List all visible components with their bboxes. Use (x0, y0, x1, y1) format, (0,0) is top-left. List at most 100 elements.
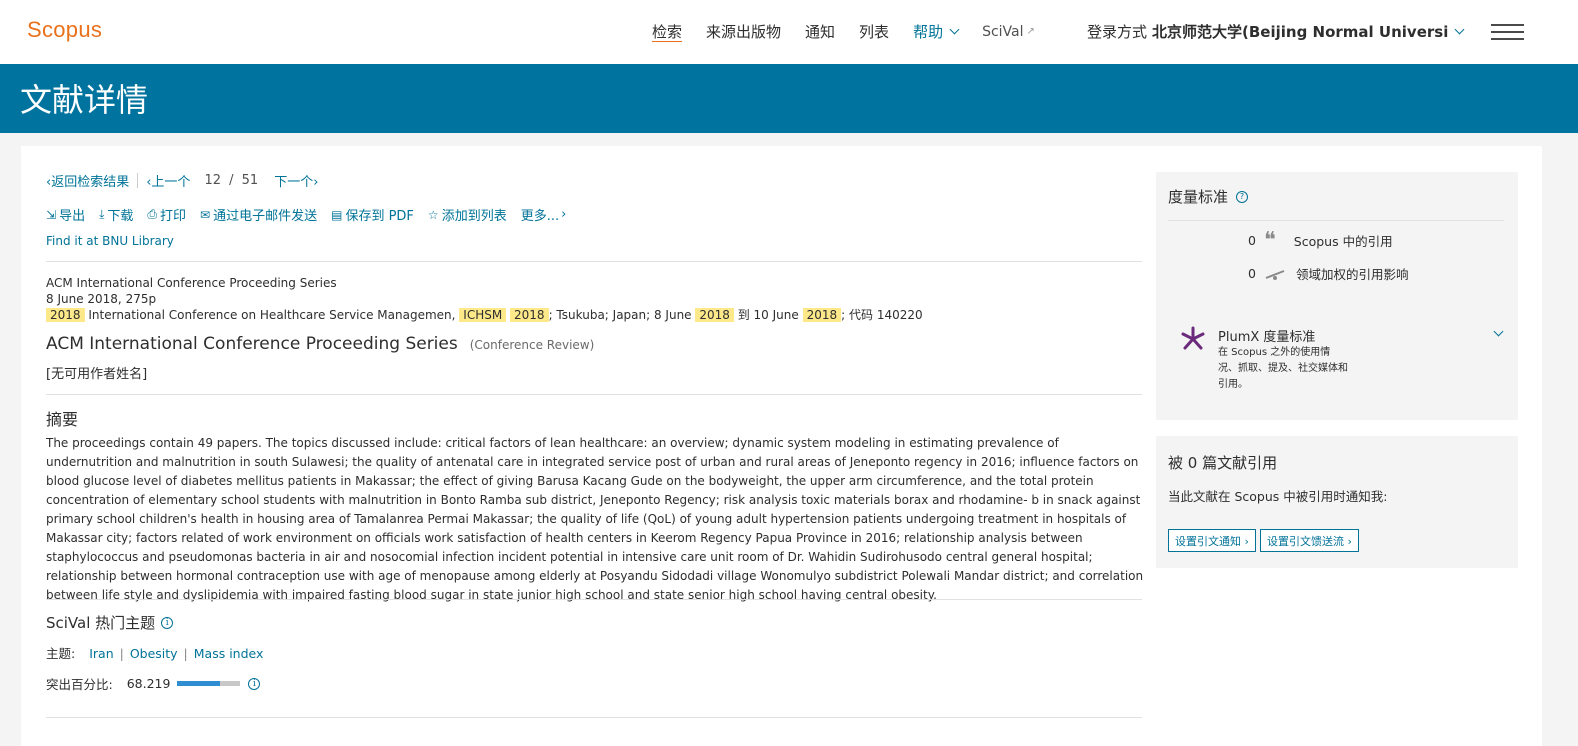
download-label: 下载 (107, 209, 134, 224)
top-bar: Scopus 检索 来源出版物 通知 列表 帮助 SciVal ↗ 登录方式 北… (0, 0, 1578, 64)
abstract-heading: 摘要 (46, 410, 79, 429)
export-label: 导出 (59, 209, 86, 224)
nav-lists[interactable]: 列表 (859, 21, 889, 42)
plumx-title[interactable]: PlumX 度量标准 (1218, 326, 1315, 345)
fwci-count: 0 (1248, 266, 1256, 281)
download-button[interactable]: ⤓ 下载 (99, 205, 133, 224)
total-count: 51 (241, 173, 259, 188)
action-toolbar: ⇲ 导出 ⤓ 下载 ⎙ 打印 ✉ 通过电子邮件发送 ▤ 保存到 PDF ☆ 添加到列表 更多… (46, 205, 580, 224)
abstract-text: The proceedings contain 49 papers. The t… (46, 436, 1144, 602)
scival-topics-title: SciVal 热门主题 (46, 614, 156, 632)
page-title: 文献详情 (20, 81, 149, 119)
set-citation-alert-button[interactable]: 设置引文通知 › (1168, 529, 1256, 552)
fwci-metric[interactable]: 0 领域加权的引用影响 (1248, 264, 1408, 283)
prominence-label: 突出百分比: (46, 677, 113, 692)
authors: [无可用作者姓名] (46, 367, 148, 382)
topic-link-obesity[interactable]: Obesity (130, 646, 178, 661)
back-to-results-link[interactable]: ‹返回检索结果 (46, 171, 129, 190)
topic-separator: | (119, 646, 124, 661)
nav-help-label: 帮助 (913, 23, 944, 41)
email-icon: ✉ (200, 207, 211, 222)
email-label: 通过电子邮件发送 (213, 209, 318, 224)
divider (137, 173, 139, 188)
divider (46, 261, 1142, 262)
info-icon[interactable]: i (161, 616, 174, 629)
email-button[interactable]: ✉ 通过电子邮件发送 (200, 205, 318, 225)
next-label: 下一个 (274, 175, 314, 190)
save-pdf-label: 保存到 PDF (345, 209, 414, 224)
cited-by-notify-text: 当此文献在 Scopus 中被引用时通知我: (1168, 489, 1388, 504)
topic-link-mass-index[interactable]: Mass index (194, 646, 264, 661)
add-to-list-label: 添加到列表 (441, 209, 507, 224)
menu-icon[interactable] (1491, 24, 1524, 40)
document-type: (Conference Review) (469, 338, 595, 352)
nav-alerts[interactable]: 通知 (805, 21, 835, 42)
divider (1168, 220, 1504, 221)
divider (46, 394, 1142, 395)
previous-link[interactable]: ‹上一个 (146, 171, 190, 190)
main-nav: 检索 来源出版物 通知 列表 帮助 SciVal ↗ (652, 21, 1059, 42)
prominence-bar-fill (177, 681, 221, 686)
info-icon[interactable]: i (248, 677, 261, 690)
print-button[interactable]: ⎙ 打印 (147, 205, 186, 224)
external-link-icon: ↗ (1026, 26, 1035, 37)
document-title: ACM International Conference Proceeding … (46, 334, 458, 354)
metrics-title: 度量标准 (1168, 188, 1229, 206)
more-label: 更多... (520, 209, 560, 224)
print-icon: ⎙ (147, 207, 158, 221)
help-icon[interactable]: ? (1236, 190, 1249, 203)
cited-by-heading: 被 0 篇文献引用 (1168, 454, 1278, 472)
nav-scival-label: SciVal (982, 23, 1024, 40)
fwci-label: 领域加权的引用影响 (1295, 267, 1409, 282)
pager-slash: / (229, 173, 234, 188)
result-navigation: ‹返回检索结果 ‹上一个 12 / 51 下一个› (46, 171, 318, 190)
source-date: 8 June 2018, 275p (46, 292, 157, 306)
document-card: ‹返回检索结果 ‹上一个 12 / 51 下一个› ⇲ 导出 ⤓ 下载 ⎙ 打印 ✉ 通… (21, 146, 1542, 746)
cited-by-panel: 被 0 篇文献引用 当此文献在 Scopus 中被引用时通知我: 设置引文通知 … (1156, 436, 1518, 568)
highlight: 2018 (802, 308, 842, 322)
conference-location: ; Tsukuba; Japan; 8 June (548, 308, 696, 322)
export-icon: ⇲ (46, 207, 57, 222)
divider (46, 599, 1142, 600)
chevron-down-icon[interactable] (1493, 326, 1504, 337)
chevron-down-icon (949, 24, 960, 35)
current-index: 12 (204, 173, 221, 188)
divider (46, 717, 1142, 718)
topic-separator: | (183, 646, 188, 661)
login-info[interactable]: 登录方式 北京师范大学(Beijing Normal Universi (1087, 21, 1467, 42)
source-metadata: ACM International Conference Proceeding … (46, 275, 923, 323)
document-title-row: ACM International Conference Proceeding … (46, 334, 594, 354)
metrics-panel: 度量标准 ? 0 ❝ Scopus 中的引用 0 领域加权的引用影响 PlumX… (1156, 172, 1518, 420)
nav-sources[interactable]: 来源出版物 (706, 21, 781, 42)
set-citation-feed-button[interactable]: 设置引文馈送流 › (1260, 529, 1359, 552)
citation-count: 0 (1248, 233, 1256, 248)
institution-name: 北京师范大学(Beijing Normal Universi (1152, 23, 1449, 41)
citation-label: Scopus 中的引用 (1293, 234, 1393, 249)
back-label: 返回检索结果 (51, 175, 130, 190)
conference-end: 到 10 June (733, 308, 803, 322)
next-link[interactable]: 下一个› (274, 171, 318, 190)
save-pdf-button[interactable]: ▤ 保存到 PDF (331, 205, 414, 225)
scale-icon (1265, 269, 1285, 280)
conference-code: ; 代码 140220 (841, 308, 923, 322)
topic-label: 主题: (46, 646, 76, 661)
highlight: 2018 (695, 308, 734, 322)
find-it-link[interactable]: Find it at BNU Library (46, 234, 174, 248)
topic-link-iran[interactable]: Iran (89, 646, 113, 661)
nav-help[interactable]: 帮助 (913, 21, 960, 42)
chevron-right-icon: › (561, 207, 567, 222)
nav-scival[interactable]: SciVal ↗ (982, 24, 1035, 40)
conference-name: International Conference on Healthcare S… (84, 308, 460, 322)
more-button[interactable]: 更多... › (521, 205, 567, 224)
chevron-down-icon (1454, 24, 1465, 35)
scival-topics-heading: SciVal 热门主题 i (46, 612, 174, 633)
highlight: 2018 (46, 308, 85, 322)
scopus-logo[interactable]: Scopus (27, 17, 102, 43)
add-to-list-button[interactable]: ☆ 添加到列表 (428, 205, 507, 225)
metrics-heading: 度量标准 ? (1168, 186, 1249, 207)
nav-search[interactable]: 检索 (652, 21, 682, 42)
login-prefix: 登录方式 (1087, 23, 1148, 41)
scopus-citations-metric[interactable]: 0 ❝ Scopus 中的引用 (1248, 229, 1393, 251)
export-button[interactable]: ⇲ 导出 (46, 205, 86, 225)
plumx-description: 在 Scopus 之外的使用情况、抓取、提及、社交媒体和引用。 (1218, 347, 1348, 390)
